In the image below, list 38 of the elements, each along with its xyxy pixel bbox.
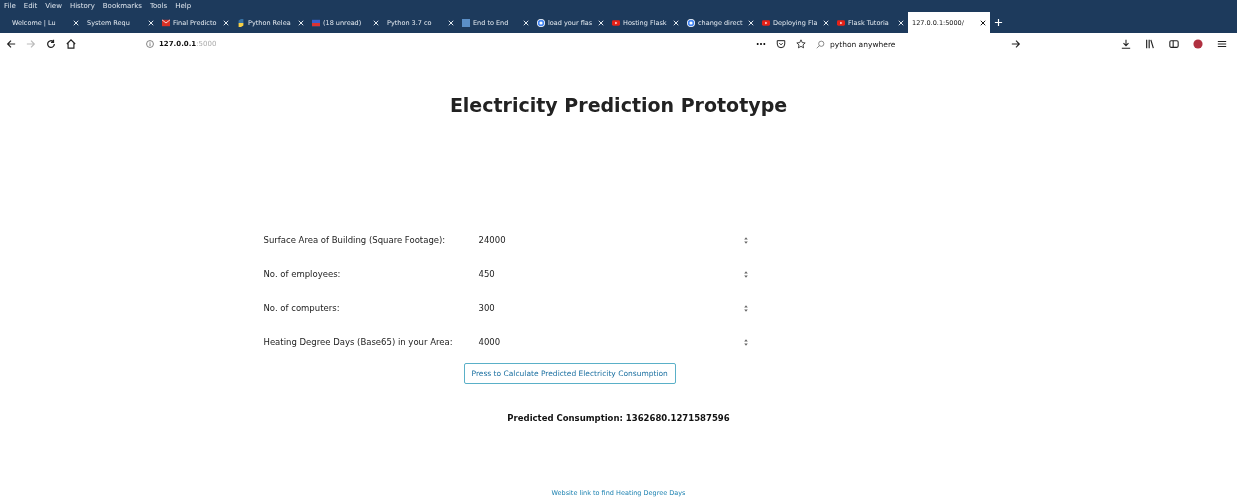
star-icon[interactable] xyxy=(796,39,806,49)
play-icon xyxy=(837,18,845,27)
play-icon xyxy=(762,18,770,27)
spinner-icon[interactable] xyxy=(742,269,749,279)
field-label: Surface Area of Building (Square Footage): xyxy=(263,235,447,245)
library-icon[interactable] xyxy=(1145,39,1155,49)
spinner-icon[interactable] xyxy=(742,337,749,347)
number-field[interactable]: 450 xyxy=(478,266,753,282)
pocket-icon[interactable] xyxy=(776,39,786,49)
back-icon[interactable] xyxy=(6,39,16,49)
reload-icon[interactable] xyxy=(46,39,56,49)
avatar-icon[interactable] xyxy=(1193,39,1203,49)
spinner-icon[interactable] xyxy=(742,303,749,313)
sidebar-icon[interactable] xyxy=(1169,39,1179,49)
flag-icon xyxy=(312,18,320,27)
google-icon xyxy=(537,18,545,27)
square-icon xyxy=(462,18,470,27)
field-label: Heating Degree Days (Base65) in your Area: xyxy=(263,337,454,347)
menu-icon[interactable] xyxy=(1217,39,1227,49)
page-title: Electricity Prediction Prototype xyxy=(449,94,788,116)
home-icon[interactable] xyxy=(66,39,76,49)
go-arrow-icon[interactable] xyxy=(1011,39,1021,49)
google-icon xyxy=(687,18,695,27)
new-tab-icon[interactable] xyxy=(994,18,1003,27)
envelope-icon xyxy=(162,18,170,27)
number-field[interactable]: 24000 xyxy=(478,232,753,248)
number-field[interactable]: 300 xyxy=(478,300,753,316)
close-icon[interactable] xyxy=(980,19,986,26)
spinner-icon[interactable] xyxy=(742,235,749,245)
info-icon xyxy=(146,40,154,48)
download-icon[interactable] xyxy=(1121,39,1131,49)
search-icon xyxy=(816,39,825,49)
number-field[interactable]: 4000 xyxy=(478,334,753,350)
prediction-result: Predicted Consumption: 1362680.1271587596 xyxy=(507,413,730,423)
python-icon xyxy=(237,18,245,27)
play-icon xyxy=(612,18,620,27)
field-label: No. of computers: xyxy=(263,303,341,313)
field-label: No. of employees: xyxy=(263,269,342,279)
